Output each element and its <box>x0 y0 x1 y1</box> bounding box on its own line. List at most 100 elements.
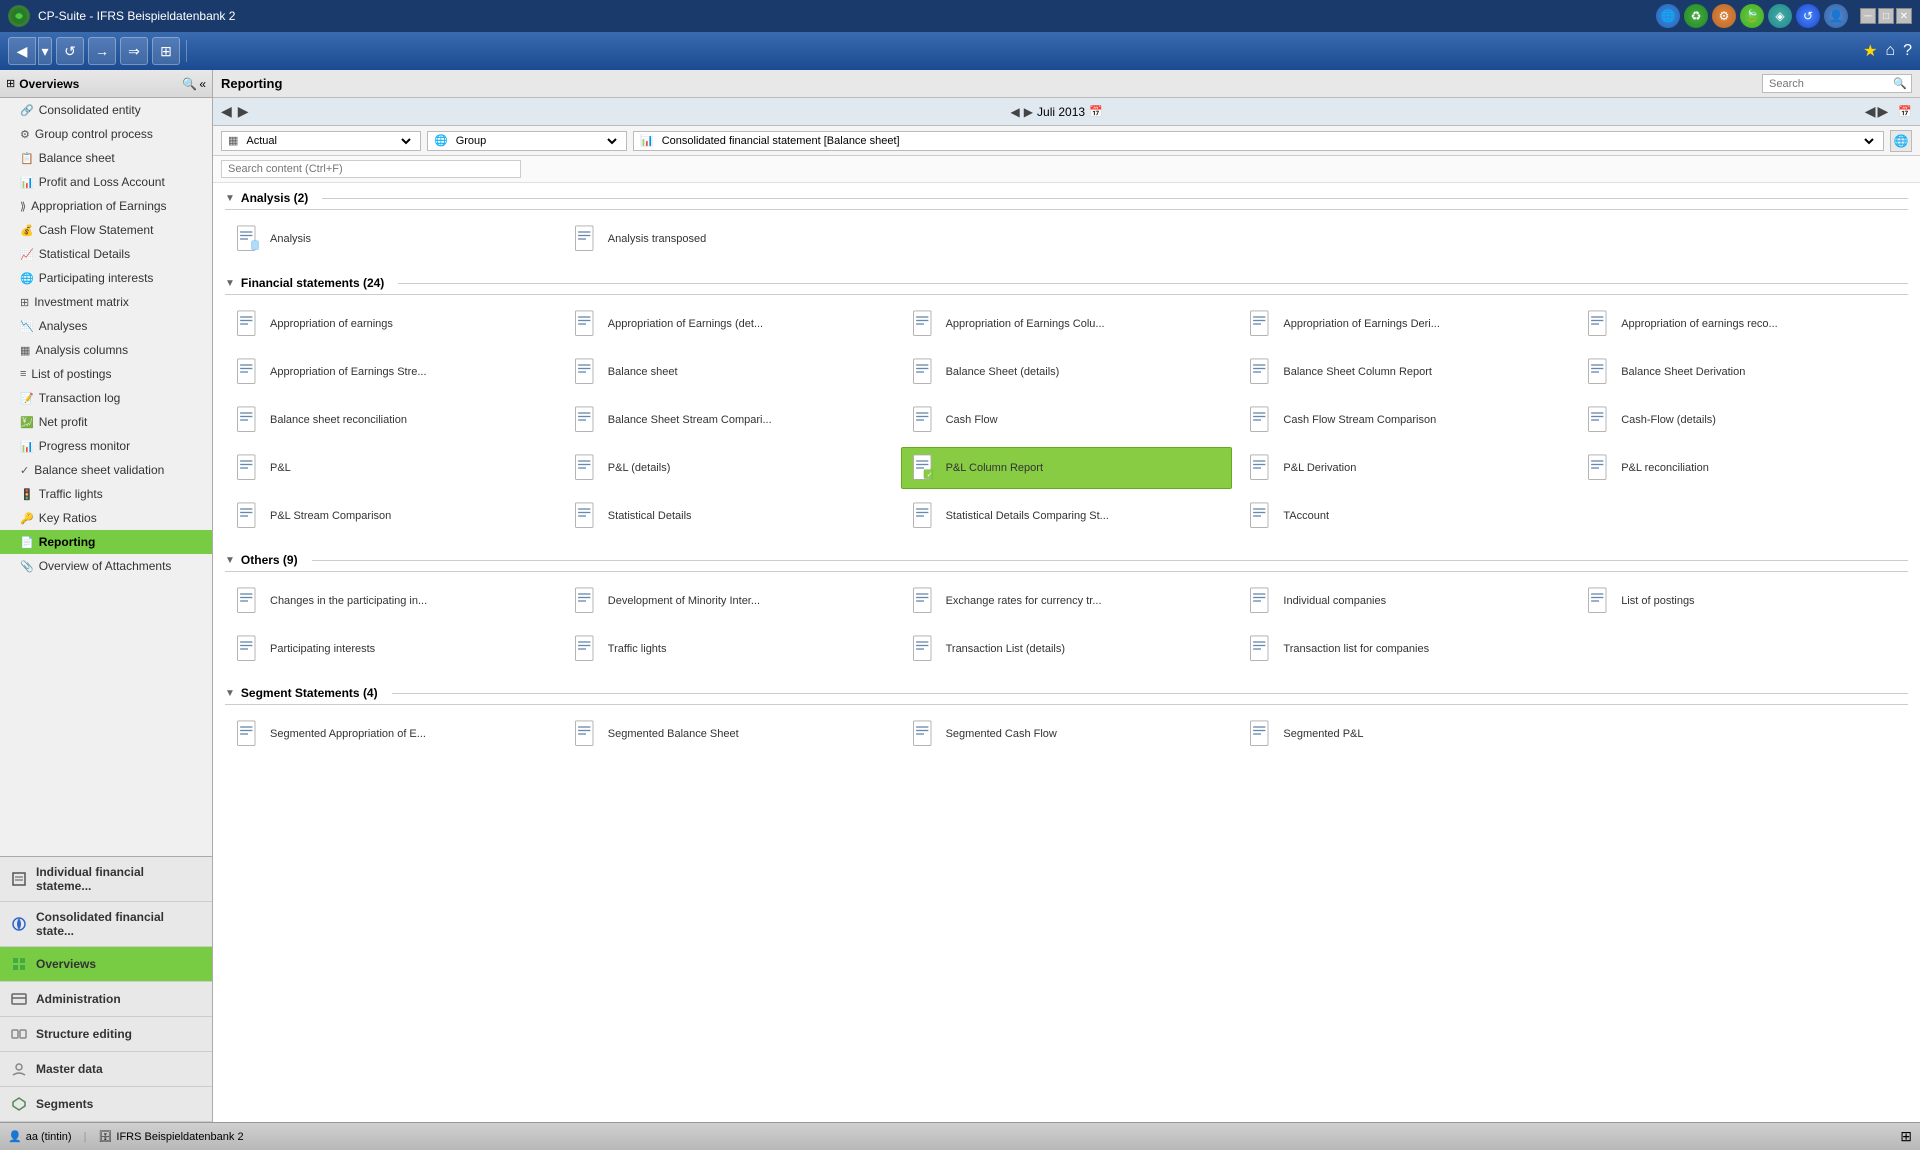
nav-overviews[interactable]: Overviews <box>0 947 212 982</box>
report-item-changes-participating[interactable]: Changes in the participating in... <box>225 580 557 622</box>
sidebar-item-consolidated-entity[interactable]: 🔗 Consolidated entity <box>0 98 212 122</box>
icon-btn-1[interactable]: 🌐 <box>1656 4 1680 28</box>
icon-btn-2[interactable]: ♻ <box>1684 4 1708 28</box>
back-dropdown[interactable]: ▾ <box>38 37 52 65</box>
grid-btn[interactable]: ⊞ <box>152 37 180 65</box>
star-icon[interactable]: ★ <box>1863 41 1877 61</box>
sidebar-item-investment-matrix[interactable]: ⊞ Investment matrix <box>0 290 212 314</box>
sidebar-item-balance-sheet-validation[interactable]: ✓ Balance sheet validation <box>0 458 212 482</box>
analysis-collapse-icon[interactable]: ▼ <box>225 193 235 204</box>
report-item-pl-derivation[interactable]: P&L Derivation <box>1238 447 1570 489</box>
filter-globe-btn[interactable]: 🌐 <box>1890 130 1912 152</box>
sidebar-item-progress-monitor[interactable]: 📊 Progress monitor <box>0 434 212 458</box>
report-item-appropriation-earnings[interactable]: Appropriation of earnings <box>225 303 557 345</box>
sidebar-item-key-ratios[interactable]: 🔑 Key Ratios <box>0 506 212 530</box>
sidebar-item-group-control-process[interactable]: ⚙ Group control process <box>0 122 212 146</box>
nav-administration[interactable]: Administration <box>0 982 212 1017</box>
report-item-segmented-appropriation[interactable]: Segmented Appropriation of E... <box>225 713 557 755</box>
report-item-traffic-lights[interactable]: Traffic lights <box>563 628 895 670</box>
report-item-segmented-balance-sheet[interactable]: Segmented Balance Sheet <box>563 713 895 755</box>
icon-btn-5[interactable]: ◈ <box>1768 4 1792 28</box>
report-item-statistical-details-comparing[interactable]: Statistical Details Comparing St... <box>901 495 1233 537</box>
sidebar-item-net-profit[interactable]: 💹 Net profit <box>0 410 212 434</box>
report-item-individual-companies[interactable]: Individual companies <box>1238 580 1570 622</box>
refresh-btn[interactable]: ↺ <box>56 37 84 65</box>
month-prev-icon[interactable]: ◀ <box>1011 105 1020 119</box>
sidebar-item-profit-loss[interactable]: 📊 Profit and Loss Account <box>0 170 212 194</box>
report-item-participating-interests[interactable]: Participating interests <box>225 628 557 670</box>
sidebar-search-icon[interactable]: 🔍 <box>182 77 197 91</box>
nav-individual-financial[interactable]: Individual financial stateme... <box>0 857 212 902</box>
financial-collapse-icon[interactable]: ▼ <box>225 278 235 289</box>
forward-btn[interactable]: → <box>88 37 116 65</box>
filter-report-select[interactable]: Consolidated financial statement [Balanc… <box>658 134 1877 148</box>
nav-consolidated-financial[interactable]: Consolidated financial state... <box>0 902 212 947</box>
page-next-icon[interactable]: ▶ <box>1878 103 1889 120</box>
report-item-transaction-list-details[interactable]: Transaction List (details) <box>901 628 1233 670</box>
sidebar-item-reporting[interactable]: 📄 Reporting <box>0 530 212 554</box>
report-item-taccount[interactable]: TAccount <box>1238 495 1570 537</box>
filter-group-select[interactable]: Group <box>452 134 620 148</box>
forward2-btn[interactable]: ⇒ <box>120 37 148 65</box>
report-item-pl[interactable]: P&L <box>225 447 557 489</box>
report-item-pl-stream-comparison[interactable]: P&L Stream Comparison <box>225 495 557 537</box>
report-item-list-of-postings[interactable]: List of postings <box>1576 580 1908 622</box>
report-item-appropriation-earnings-deri[interactable]: Appropriation of Earnings Deri... <box>1238 303 1570 345</box>
window-controls[interactable]: ─ □ ✕ <box>1860 8 1912 24</box>
report-item-analysis-transposed[interactable]: Analysis transposed <box>563 218 895 260</box>
report-item-cash-flow-stream-comp[interactable]: Cash Flow Stream Comparison <box>1238 399 1570 441</box>
report-item-cash-flow-details[interactable]: Cash-Flow (details) <box>1576 399 1908 441</box>
segment-collapse-icon[interactable]: ▼ <box>225 688 235 699</box>
filter-actual-select[interactable]: Actual <box>242 134 414 148</box>
sidebar-item-statistical-details[interactable]: 📈 Statistical Details <box>0 242 212 266</box>
report-item-pl-reconciliation[interactable]: P&L reconciliation <box>1576 447 1908 489</box>
home-icon[interactable]: ⌂ <box>1885 42 1895 60</box>
report-item-segmented-pl[interactable]: Segmented P&L <box>1238 713 1570 755</box>
sidebar-item-analyses[interactable]: 📉 Analyses <box>0 314 212 338</box>
others-collapse-icon[interactable]: ▼ <box>225 555 235 566</box>
report-item-development-minority[interactable]: Development of Minority Inter... <box>563 580 895 622</box>
nav-next-icon[interactable]: ▶ <box>238 103 249 120</box>
close-btn[interactable]: ✕ <box>1896 8 1912 24</box>
sidebar-collapse-icon[interactable]: « <box>199 77 206 91</box>
sidebar-item-cash-flow[interactable]: 💰 Cash Flow Statement <box>0 218 212 242</box>
report-item-balance-sheet-stream-comp[interactable]: Balance Sheet Stream Compari... <box>563 399 895 441</box>
sidebar-item-transaction-log[interactable]: 📝 Transaction log <box>0 386 212 410</box>
report-item-pl-column-report[interactable]: ✓ P&L Column Report <box>901 447 1233 489</box>
report-item-statistical-details[interactable]: Statistical Details <box>563 495 895 537</box>
nav-structure-editing[interactable]: Structure editing <box>0 1017 212 1052</box>
icon-btn-4[interactable]: 🍃 <box>1740 4 1764 28</box>
search-input[interactable] <box>1769 78 1889 90</box>
sidebar-item-analysis-columns[interactable]: ▦ Analysis columns <box>0 338 212 362</box>
calendar2-icon[interactable]: 📅 <box>1898 105 1912 118</box>
sidebar-item-list-postings[interactable]: ≡ List of postings <box>0 362 212 386</box>
report-item-analysis[interactable]: Analysis <box>225 218 557 260</box>
report-item-appropriation-earnings-colu[interactable]: Appropriation of Earnings Colu... <box>901 303 1233 345</box>
maximize-btn[interactable]: □ <box>1878 8 1894 24</box>
report-item-cash-flow[interactable]: Cash Flow <box>901 399 1233 441</box>
report-item-exchange-rates[interactable]: Exchange rates for currency tr... <box>901 580 1233 622</box>
help-icon[interactable]: ? <box>1903 42 1912 60</box>
report-item-balance-sheet-derivation[interactable]: Balance Sheet Derivation <box>1576 351 1908 393</box>
nav-master-data[interactable]: Master data <box>0 1052 212 1087</box>
icon-btn-7[interactable]: 👤 <box>1824 4 1848 28</box>
search-content-input[interactable] <box>221 160 521 178</box>
report-item-balance-sheet-details[interactable]: Balance Sheet (details) <box>901 351 1233 393</box>
report-item-balance-sheet-column[interactable]: Balance Sheet Column Report <box>1238 351 1570 393</box>
report-item-transaction-list-companies[interactable]: Transaction list for companies <box>1238 628 1570 670</box>
sidebar-item-participating-interests[interactable]: 🌐 Participating interests <box>0 266 212 290</box>
nav-prev-icon[interactable]: ◀ <box>221 103 232 120</box>
status-expand-btn[interactable]: ⊞ <box>1900 1128 1912 1145</box>
sidebar-item-overview-attachments[interactable]: 📎 Overview of Attachments <box>0 554 212 578</box>
minimize-btn[interactable]: ─ <box>1860 8 1876 24</box>
calendar-icon[interactable]: 📅 <box>1089 105 1103 118</box>
report-item-pl-details[interactable]: P&L (details) <box>563 447 895 489</box>
report-item-balance-sheet-reconciliation[interactable]: Balance sheet reconciliation <box>225 399 557 441</box>
report-item-appropriation-earnings-det[interactable]: Appropriation of Earnings (det... <box>563 303 895 345</box>
report-item-appropriation-earnings-stre[interactable]: Appropriation of Earnings Stre... <box>225 351 557 393</box>
sidebar-item-appropriation[interactable]: ⟫ Appropriation of Earnings <box>0 194 212 218</box>
month-next-icon[interactable]: ▶ <box>1024 105 1033 119</box>
report-item-balance-sheet[interactable]: Balance sheet <box>563 351 895 393</box>
search-box[interactable]: 🔍 <box>1762 74 1912 93</box>
page-prev-icon[interactable]: ◀ <box>1865 103 1876 120</box>
